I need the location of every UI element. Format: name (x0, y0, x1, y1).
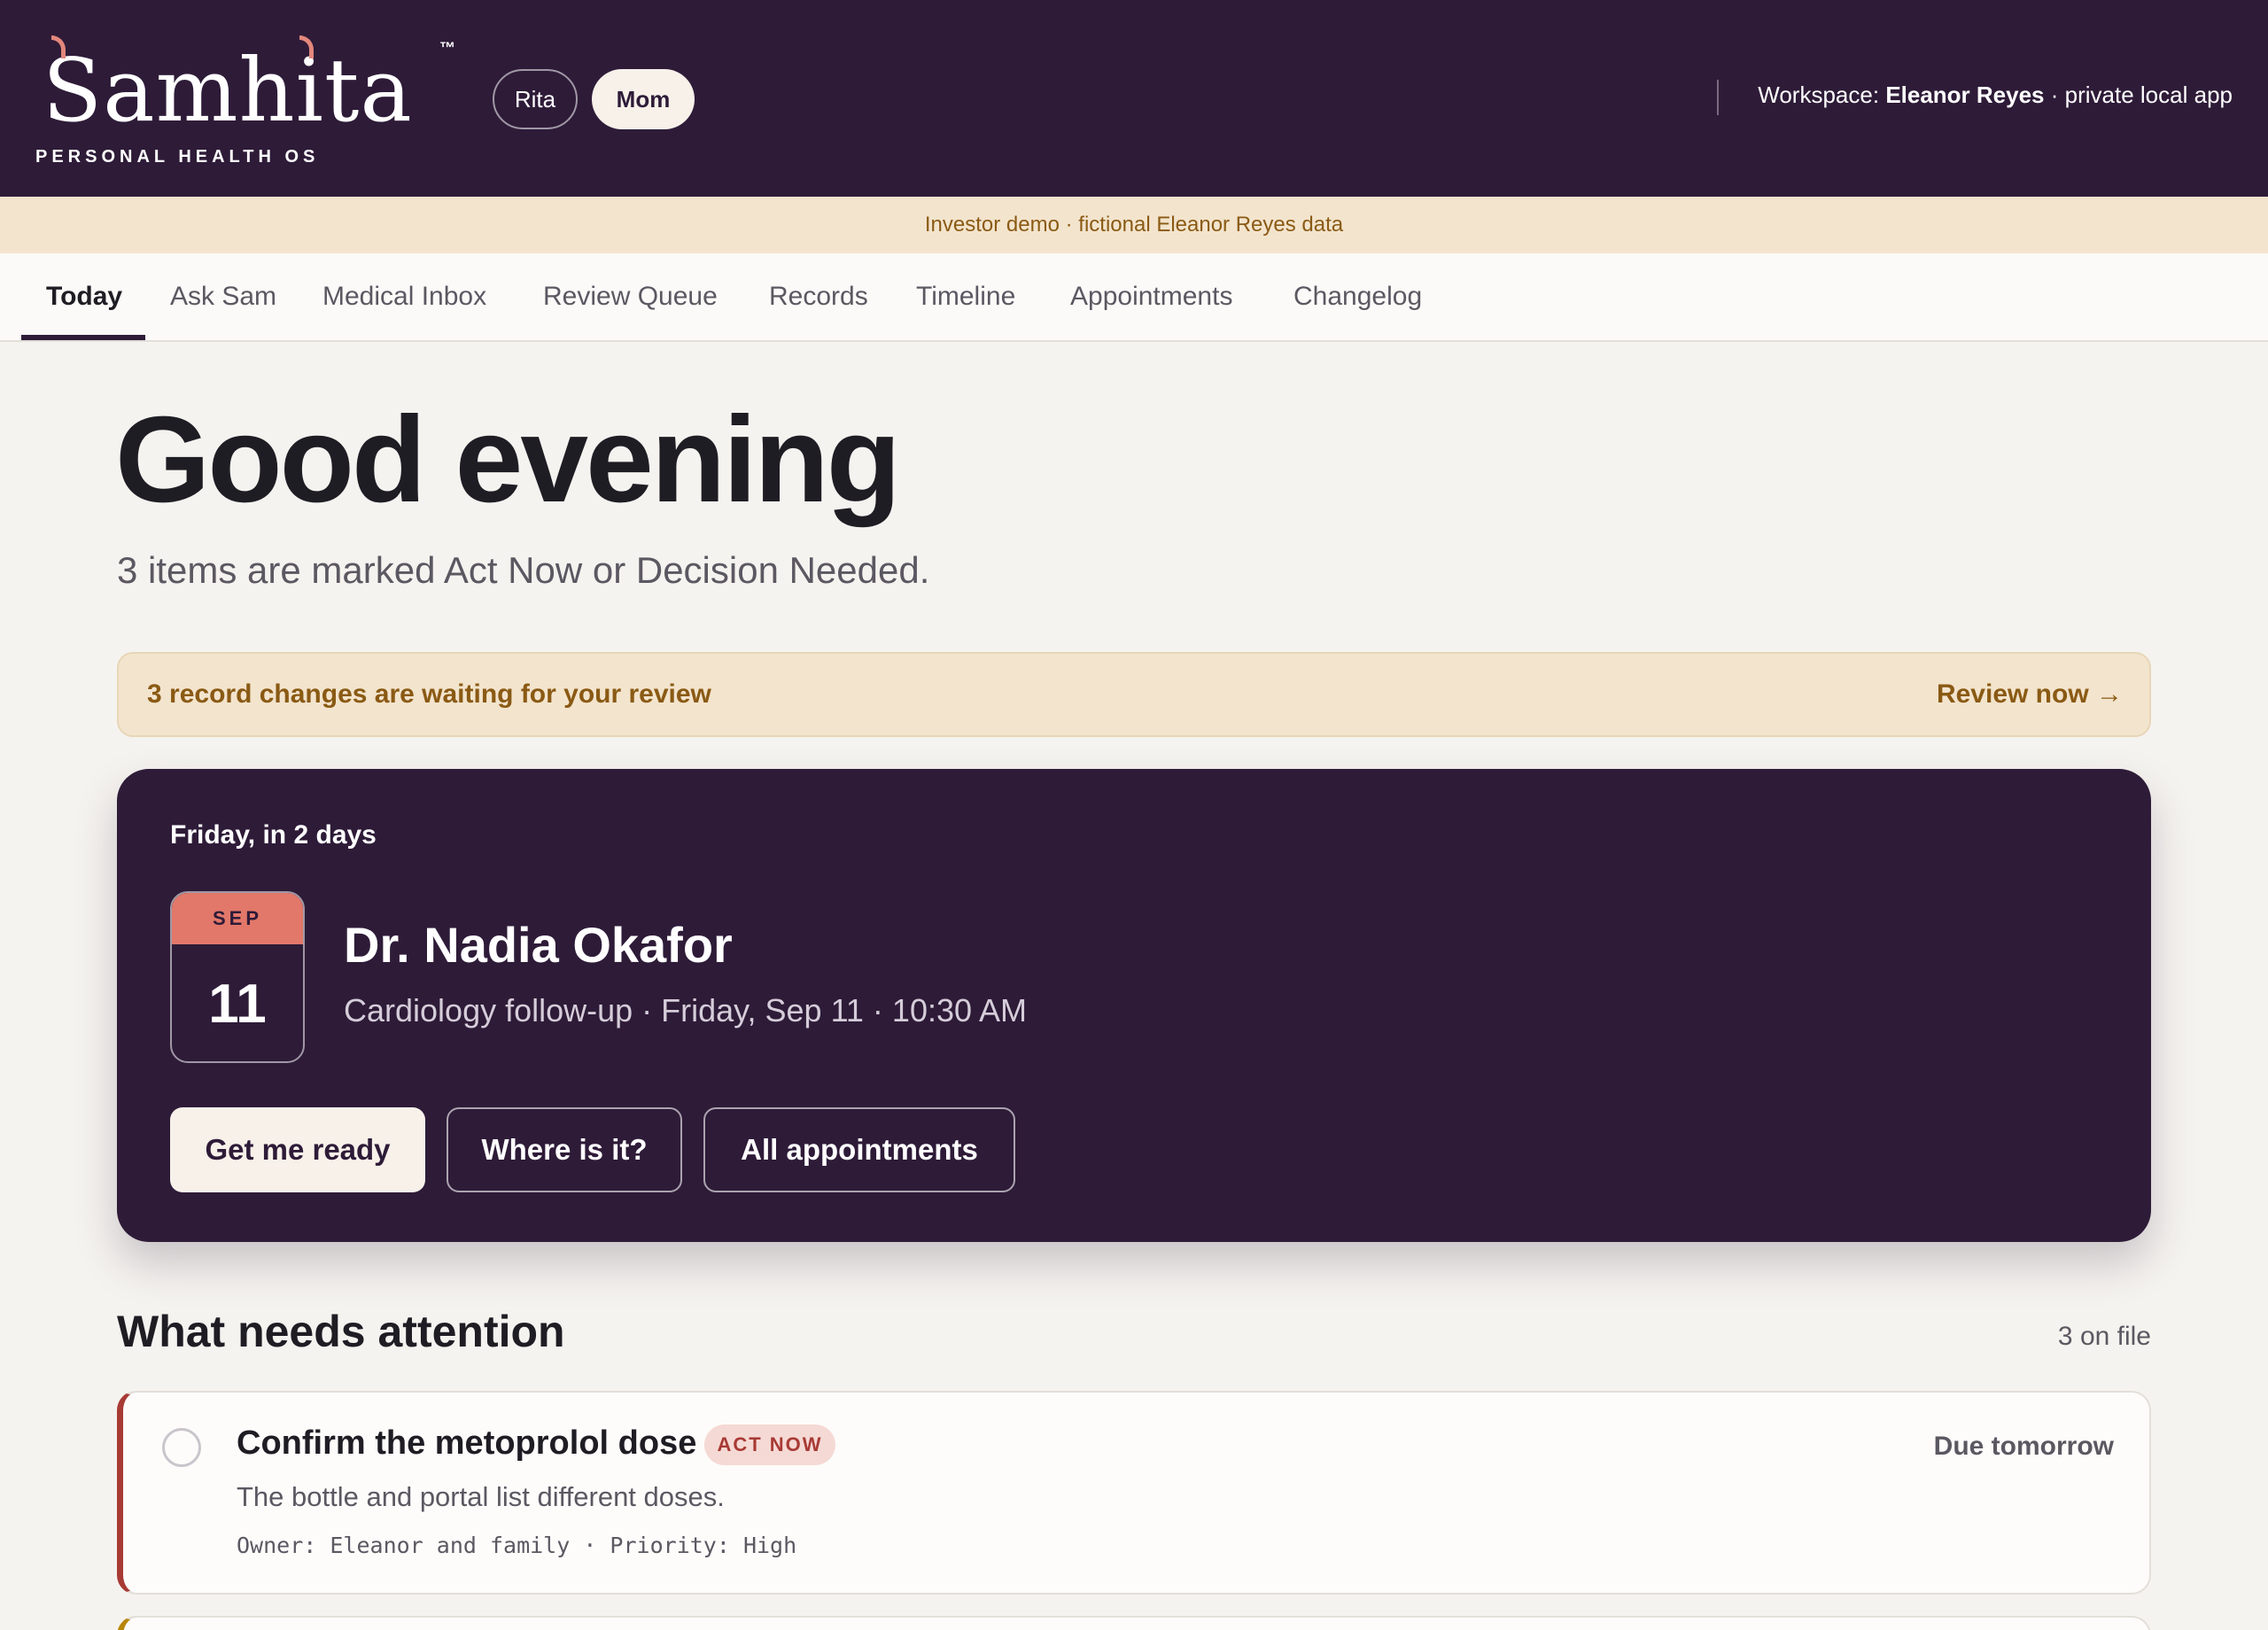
workspace-prefix: Workspace: (1758, 82, 1880, 108)
tab-records[interactable]: Records (769, 253, 868, 340)
appointment-doctor: Dr. Nadia Okafor (344, 917, 733, 973)
logo-trademark: ™ (439, 39, 455, 57)
logo-accent-left (51, 35, 66, 58)
calendar-date-icon: SEP 11 (170, 891, 305, 1063)
tab-ask-sam[interactable]: Ask Sam (170, 253, 276, 340)
appointment-relative-date: Friday, in 2 days (170, 820, 377, 850)
demo-banner: Investor demo · fictional Eleanor Reyes … (0, 197, 2268, 253)
task-description: The bottle and portal list different dos… (237, 1481, 725, 1512)
task-due-date: Due tomorrow (1933, 1432, 2114, 1461)
workspace-label: Workspace: Eleanor Reyes · private local… (1758, 82, 2233, 109)
page-summary: 3 items are marked Act Now or Decision N… (117, 549, 930, 591)
attention-item-partial[interactable] (117, 1616, 2151, 1630)
app-header: Samhita ™ PERSONAL HEALTH OS Rita Mom Wo… (0, 0, 2268, 197)
review-now-link[interactable]: Review now → (1937, 654, 2123, 735)
main-nav: Today Ask Sam Medical Inbox Review Queue… (0, 253, 2268, 342)
attention-item[interactable]: Confirm the metoprolol dose ACT NOW Due … (117, 1391, 2151, 1595)
get-me-ready-button[interactable]: Get me ready (170, 1107, 425, 1192)
samhita-logo[interactable]: Samhita ™ PERSONAL HEALTH OS (35, 30, 461, 172)
act-now-badge: ACT NOW (704, 1424, 835, 1465)
tab-timeline[interactable]: Timeline (916, 253, 1015, 340)
header-divider (1717, 80, 1719, 115)
review-changes-banner: 3 record changes are waiting for your re… (117, 652, 2151, 737)
tab-changelog[interactable]: Changelog (1293, 253, 1422, 340)
next-appointment-card: Friday, in 2 days SEP 11 Dr. Nadia Okafo… (117, 769, 2151, 1242)
task-checkbox[interactable] (162, 1428, 201, 1467)
profile-pill-mom[interactable]: Mom (592, 69, 695, 129)
workspace-suffix: · private local app (2050, 82, 2233, 108)
attention-section-title: What needs attention (117, 1307, 565, 1356)
task-meta: Owner: Eleanor and family · Priority: Hi… (237, 1533, 797, 1558)
all-appointments-button[interactable]: All appointments (703, 1107, 1015, 1192)
where-is-it-button[interactable]: Where is it? (447, 1107, 682, 1192)
task-title: Confirm the metoprolol dose (237, 1424, 697, 1462)
active-tab-indicator (21, 335, 145, 340)
tab-today[interactable]: Today (46, 253, 122, 340)
tab-review-queue[interactable]: Review Queue (543, 253, 718, 340)
logo-tagline: PERSONAL HEALTH OS (35, 147, 320, 167)
workspace-name: Eleanor Reyes (1885, 82, 2045, 108)
demo-banner-text: Investor demo · fictional Eleanor Reyes … (924, 213, 1344, 237)
page-greeting: Good evening (115, 392, 901, 528)
logo-wordmark: Samhita (43, 41, 413, 142)
attention-count: 3 on file (2057, 1322, 2151, 1351)
review-changes-text: 3 record changes are waiting for your re… (147, 679, 711, 709)
appointment-detail: Cardiology follow-up · Friday, Sep 11 · … (344, 992, 1028, 1028)
tab-appointments[interactable]: Appointments (1070, 253, 1232, 340)
calendar-month: SEP (172, 893, 303, 944)
calendar-day: 11 (208, 973, 267, 1035)
profile-pill-rita[interactable]: Rita (493, 69, 578, 129)
tab-medical-inbox[interactable]: Medical Inbox (322, 253, 486, 340)
logo-accent-right (299, 35, 314, 58)
